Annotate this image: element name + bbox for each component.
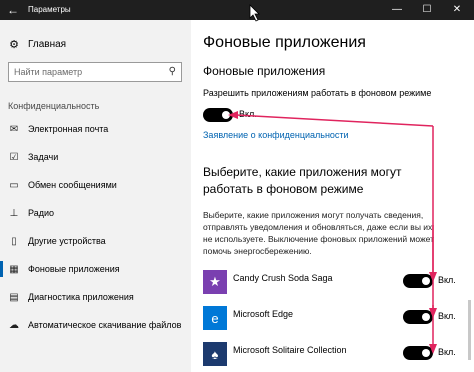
download-icon: ☁ — [9, 319, 19, 331]
sidebar-item-label: Диагностика приложения — [28, 292, 134, 302]
sidebar-item-other-devices[interactable]: ▯ Другие устройства — [0, 233, 191, 249]
main-content: Фоновые приложения Фоновые приложения Ра… — [191, 20, 474, 372]
gear-icon: ⚙ — [9, 38, 19, 51]
app-name: Microsoft Edge — [233, 309, 294, 319]
sidebar-item-label: Обмен сообщениями — [28, 180, 117, 190]
sidebar: ⚙ Главная Найти параметр ⚲ Конфиденциаль… — [0, 20, 191, 372]
choose-apps-title: Выберите, какие приложения могут работат… — [203, 165, 402, 196]
sidebar-item-label: Другие устройства — [28, 236, 106, 246]
app-name: Candy Crush Soda Saga — [233, 273, 333, 283]
app-toggle-state: Вкл. — [438, 347, 456, 357]
toggle-state-label: Вкл. — [239, 109, 257, 119]
title-bar: ← Параметры — ☐ ✕ — [0, 0, 474, 20]
maximize-button[interactable]: ☐ — [414, 0, 440, 20]
sidebar-item-label: Главная — [28, 38, 67, 50]
solitaire-icon: ♠ — [203, 342, 227, 366]
app-toggle-state: Вкл. — [438, 275, 456, 285]
privacy-statement-link[interactable]: Заявление о конфиденциальности — [203, 130, 349, 140]
back-arrow-icon[interactable]: ← — [4, 0, 22, 20]
sidebar-item-label: Радио — [28, 208, 54, 218]
sidebar-item-app-diagnostics[interactable]: ▤ Диагностика приложения — [0, 289, 191, 305]
edge-icon: e — [203, 306, 227, 330]
sidebar-item-label: Задачи — [28, 152, 59, 162]
mail-icon: ✉ — [9, 123, 19, 135]
sidebar-item-home[interactable]: ⚙ Главная — [8, 36, 66, 52]
page-title: Фоновые приложения — [203, 34, 366, 51]
diagnostics-icon: ▤ — [9, 291, 19, 303]
sidebar-item-auto-download[interactable]: ☁ Автоматическое скачивание файлов — [0, 317, 191, 333]
sidebar-item-radio[interactable]: ⊥ Радио — [0, 205, 191, 221]
section-header: Конфиденциальность — [8, 101, 100, 111]
background-apps-icon: ▦ — [9, 263, 19, 275]
sidebar-item-email[interactable]: ✉ Электронная почта — [0, 121, 191, 137]
scrollbar[interactable] — [468, 300, 471, 360]
window-title: Параметры — [28, 5, 71, 14]
app-toggle[interactable] — [403, 310, 433, 324]
tasks-icon: ☑ — [9, 151, 19, 163]
candy-crush-icon: ★ — [203, 270, 227, 294]
sidebar-item-tasks[interactable]: ☑ Задачи — [0, 149, 191, 165]
search-input[interactable]: Найти параметр ⚲ — [8, 62, 182, 82]
app-name: Microsoft Solitaire Collection — [233, 345, 347, 355]
app-toggle-state: Вкл. — [438, 311, 456, 321]
app-toggle[interactable] — [403, 346, 433, 360]
app-row-edge: e Microsoft Edge Вкл. — [191, 306, 474, 340]
message-icon: ▭ — [9, 179, 19, 191]
sidebar-item-messaging[interactable]: ▭ Обмен сообщениями — [0, 177, 191, 193]
app-toggle[interactable] — [403, 274, 433, 288]
sidebar-item-label: Фоновые приложения — [28, 264, 120, 274]
app-row-solitaire: ♠ Microsoft Solitaire Collection Вкл. — [191, 342, 474, 372]
minimize-button[interactable]: — — [384, 0, 410, 20]
toggle-description: Разрешить приложениям работать в фоновом… — [203, 88, 432, 98]
choose-apps-description: Выберите, какие приложения могут получат… — [203, 210, 434, 256]
close-button[interactable]: ✕ — [444, 0, 470, 20]
app-row-candy-crush: ★ Candy Crush Soda Saga Вкл. — [191, 270, 474, 304]
sidebar-item-label: Электронная почта — [28, 124, 109, 134]
background-apps-toggle[interactable] — [203, 108, 233, 122]
section-title: Фоновые приложения — [203, 64, 326, 78]
sidebar-item-label: Автоматическое скачивание файлов — [28, 320, 182, 330]
radio-icon: ⊥ — [9, 207, 19, 219]
devices-icon: ▯ — [11, 235, 17, 247]
search-placeholder: Найти параметр — [14, 67, 83, 77]
search-icon[interactable]: ⚲ — [169, 63, 176, 81]
sidebar-item-background-apps[interactable]: ▦ Фоновые приложения — [0, 261, 191, 277]
